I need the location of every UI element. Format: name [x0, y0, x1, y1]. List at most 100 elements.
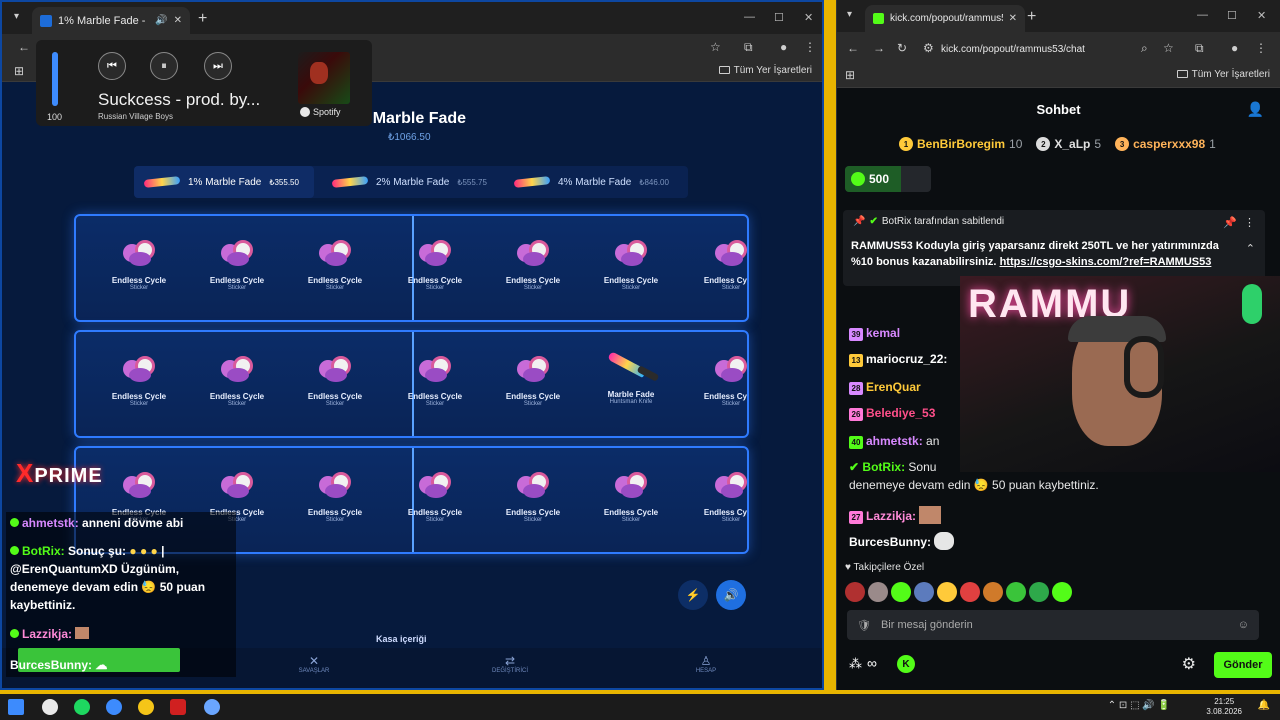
sticker-icon [217, 238, 257, 268]
chat-users-icon[interactable]: 👤 [1247, 101, 1264, 118]
chat-user[interactable]: kemal [866, 326, 900, 340]
chat-user[interactable]: Lazzikja: [866, 509, 916, 523]
close-window-icon[interactable]: ✕ [804, 11, 813, 24]
bot-commands-icon[interactable]: ⁂ [849, 656, 862, 672]
pause-button[interactable]: ⏸ [150, 52, 178, 80]
zoom-icon[interactable]: ⌕ [1141, 41, 1148, 56]
windows-start-icon[interactable] [8, 699, 24, 715]
emote-icon[interactable] [960, 582, 980, 602]
emote-icon[interactable] [1029, 582, 1049, 602]
kick-k-icon[interactable]: K [897, 655, 915, 673]
chat-message-input[interactable]: 🛡 Bir mesaj gönderin ☺ [847, 610, 1259, 640]
emote-icon[interactable] [868, 582, 888, 602]
browser-tab[interactable]: kick.com/popout/rammus53/ch ✕ [865, 5, 1025, 32]
minimize-icon[interactable]: — [744, 11, 755, 23]
kick-favicon-icon [873, 13, 884, 24]
apps-grid-icon[interactable]: ⊞ [845, 68, 855, 82]
emote-icon[interactable] [845, 582, 865, 602]
item-type: Sticker [523, 285, 543, 291]
address-bar[interactable]: kick.com/popout/rammus53/chat [941, 44, 1085, 55]
close-tab-icon[interactable]: ✕ [1009, 13, 1017, 24]
taskbar-clock[interactable]: 21:25 3.08.2026 [1206, 697, 1242, 717]
unpin-icon[interactable]: 📌 [1223, 216, 1237, 229]
knife-handle [636, 365, 660, 382]
sub-badge: 40 [849, 436, 863, 449]
pinned-link[interactable]: https://csgo-skins.com/?ref=RAMMUS53 [1000, 256, 1212, 268]
maximize-icon[interactable]: ☐ [1227, 9, 1237, 22]
infinity-icon[interactable]: ∞ [867, 655, 877, 671]
profile-avatar[interactable]: ● [1231, 41, 1238, 55]
app-icon-2[interactable] [204, 699, 220, 715]
nav-upgrader[interactable]: ⇄ DEĞİŞTİRİCİ [480, 654, 540, 674]
audio-playing-icon[interactable]: 🔊 [155, 15, 167, 26]
back-icon[interactable]: ← [847, 41, 859, 55]
reload-icon[interactable]: ↻ [897, 41, 907, 55]
collapse-chevron-icon[interactable]: ⌃ [1246, 242, 1255, 255]
chat-user[interactable]: BotRix: [862, 460, 905, 474]
nav-account[interactable]: ♙ HESAP [676, 654, 736, 674]
tab-search-icon[interactable]: ▾ [14, 11, 19, 22]
chat-footer: ⁂ ∞ K ⚙ Gönder [837, 650, 1280, 680]
chrome-icon[interactable] [138, 699, 154, 715]
notification-bell-icon[interactable]: 🔔 [1258, 700, 1270, 711]
settings-gear-icon[interactable]: ⚙ [1182, 654, 1196, 674]
previous-track-button[interactable]: ⏮ [98, 52, 126, 80]
extensions-icon[interactable]: ⧉ [1195, 41, 1204, 56]
bookmark-star-icon[interactable]: ☆ [1163, 41, 1174, 55]
apps-grid-icon[interactable]: ⊞ [14, 64, 24, 78]
close-window-icon[interactable]: ✕ [1257, 9, 1266, 22]
gifter-1[interactable]: 1 BenBirBoregim 10 [899, 137, 1022, 151]
tab-title: 1% Marble Fade - CSGO-Sk [58, 14, 149, 27]
all-bookmarks[interactable]: Tüm Yer İşaretleri [1176, 69, 1270, 80]
close-tab-icon[interactable]: ✕ [174, 15, 182, 26]
fast-spin-button[interactable]: ⚡ [678, 580, 708, 610]
emote-icon[interactable] [1052, 582, 1072, 602]
gifter-3[interactable]: 3 casperxxx98 1 [1115, 137, 1216, 151]
variant-tab-1[interactable]: 1% Marble Fade ₺355.50 [134, 166, 314, 198]
sound-toggle-button[interactable]: 🔊 [716, 580, 746, 610]
emote-icon[interactable] [1006, 582, 1026, 602]
tab-search-icon[interactable]: ▾ [847, 9, 852, 20]
github-icon[interactable] [42, 699, 58, 715]
menu-icon[interactable]: ⋮ [804, 40, 816, 54]
chat-user[interactable]: mariocruz_22: [866, 352, 947, 366]
emoji-picker-icon[interactable]: ☺ [1238, 619, 1249, 631]
reel-item-sticker: Endless CycleSticker [194, 344, 280, 430]
browser-tab[interactable]: 1% Marble Fade - CSGO-Sk 🔊 ✕ [32, 7, 190, 34]
nav-battles[interactable]: ✕ SAVAŞLAR [284, 654, 344, 674]
chat-user[interactable]: Belediye_53 [866, 406, 935, 420]
chat-input-placeholder: Bir mesaj gönderin [880, 619, 973, 631]
chat-user[interactable]: ahmetstk: [866, 434, 923, 448]
new-tab-button[interactable]: + [1027, 8, 1036, 26]
app-icon[interactable] [170, 699, 186, 715]
variant-tab-2[interactable]: 2% Marble Fade ₺555.75 [322, 166, 502, 198]
profile-avatar[interactable]: ● [780, 40, 787, 54]
all-bookmarks[interactable]: Tüm Yer İşaretleri [718, 65, 812, 76]
forward-icon[interactable]: → [873, 41, 885, 55]
xprime-logo-text: PRIME [34, 465, 103, 487]
gifter-2[interactable]: 2 X_aLp 5 [1036, 137, 1101, 151]
extensions-icon[interactable]: ⧉ [744, 40, 753, 55]
emote-icon[interactable] [983, 582, 1003, 602]
maximize-icon[interactable]: ☐ [774, 11, 784, 24]
emote-icon[interactable] [891, 582, 911, 602]
site-info-icon[interactable]: ⚙ [923, 41, 934, 55]
volume-slider[interactable] [52, 52, 58, 106]
minimize-icon[interactable]: — [1197, 9, 1208, 21]
chat-user[interactable]: ErenQuar [866, 380, 921, 394]
send-button[interactable]: Gönder [1214, 652, 1272, 678]
emote-icon[interactable] [914, 582, 934, 602]
emote-icon[interactable] [937, 582, 957, 602]
back-icon[interactable]: ← [18, 40, 30, 54]
pin-menu-icon[interactable]: ⋮ [1244, 216, 1255, 229]
system-tray[interactable]: ⌃ ⊡ ⬚ 🔊 🔋 [1108, 700, 1170, 711]
bookmark-star-icon[interactable]: ☆ [710, 40, 721, 54]
variant-tab-3[interactable]: 4% Marble Fade ₺846.00 [504, 166, 684, 198]
new-tab-button[interactable]: + [198, 10, 207, 28]
next-track-button[interactable]: ⏭ [204, 52, 232, 80]
chrome-active-icon[interactable] [106, 699, 122, 715]
channel-points[interactable]: 500 [845, 166, 931, 192]
menu-icon[interactable]: ⋮ [1255, 41, 1267, 55]
spotify-taskbar-icon[interactable] [74, 699, 90, 715]
chat-user[interactable]: BurcesBunny: [849, 535, 931, 549]
